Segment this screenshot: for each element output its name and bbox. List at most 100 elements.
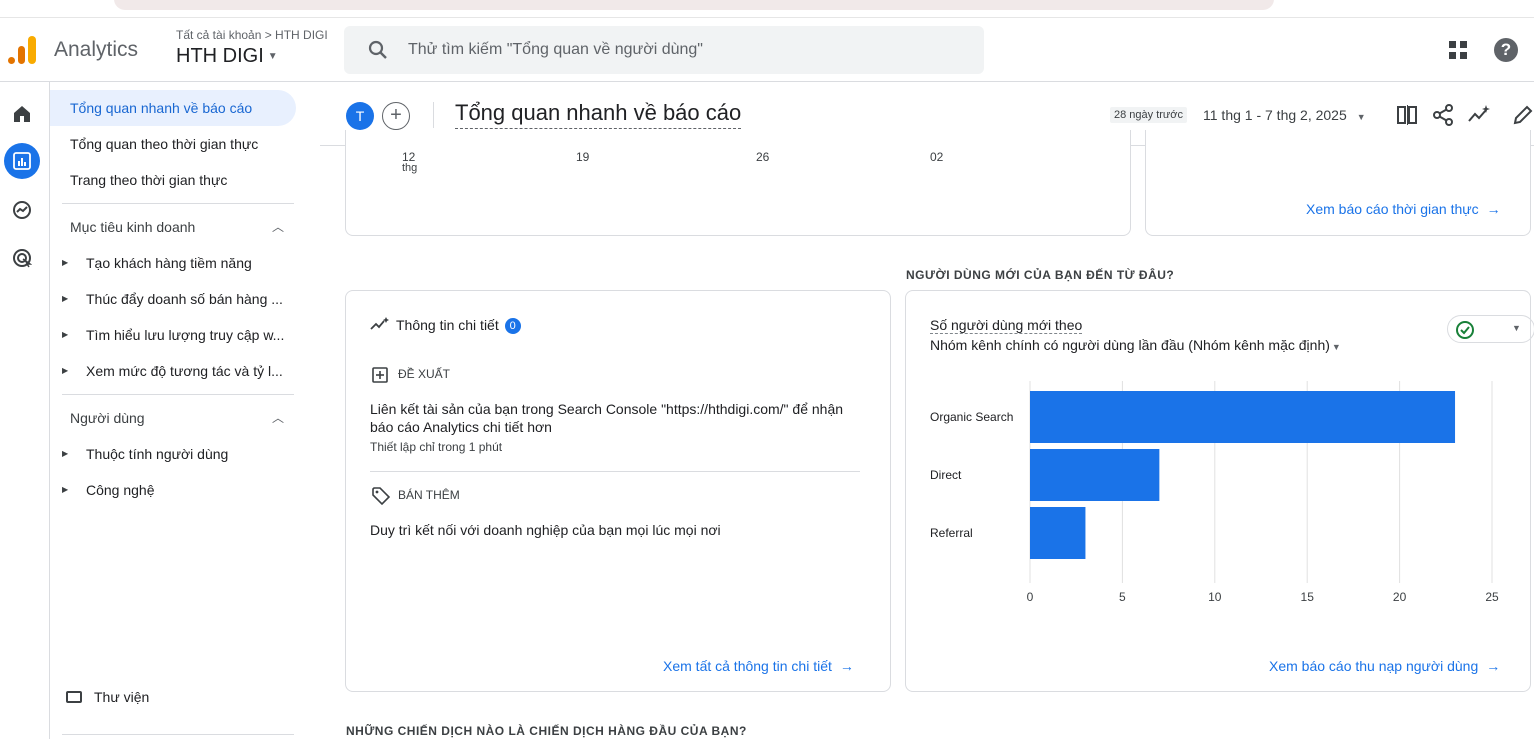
suggestion-note: Thiết lập chỉ trong 1 phút bbox=[370, 440, 503, 454]
breadcrumb[interactable]: Tất cả tài khoản > HTH DIGI bbox=[176, 28, 328, 42]
expand-triangle-icon: ▶ bbox=[62, 330, 69, 339]
expand-triangle-icon: ▶ bbox=[62, 485, 69, 494]
insights-title: Thông tin chi tiết bbox=[396, 317, 499, 333]
data-quality-chip[interactable]: ▼ bbox=[1447, 315, 1534, 343]
caret-down-icon: ▼ bbox=[1356, 112, 1366, 122]
page-title: Tổng quan nhanh về báo cáo bbox=[455, 100, 742, 129]
nav-item-label: Công nghệ bbox=[86, 482, 155, 498]
link-label: Xem báo cáo thời gian thực bbox=[1306, 201, 1479, 217]
search-input[interactable]: Thử tìm kiếm "Tổng quan về người dùng" bbox=[344, 26, 984, 74]
link-label: Xem báo cáo thu nạp người dùng bbox=[1269, 658, 1479, 674]
nav-reports-snapshot[interactable]: Tổng quan nhanh về báo cáo bbox=[50, 90, 296, 126]
view-realtime-link[interactable]: Xem báo cáo thời gian thực → bbox=[1306, 201, 1501, 217]
browser-strip bbox=[0, 0, 1534, 18]
chart-title[interactable]: Số người dùng mới theo bbox=[930, 317, 1083, 334]
advertising-icon[interactable] bbox=[4, 240, 40, 276]
search-icon bbox=[368, 40, 387, 59]
insights-sparkle-icon bbox=[370, 317, 389, 330]
category-label: Direct bbox=[930, 468, 962, 482]
edit-icon[interactable] bbox=[1512, 104, 1534, 126]
nav-item-sales[interactable]: ▶ Thúc đẩy doanh số bán hàng ... bbox=[50, 281, 300, 317]
realtime-card: Xem báo cáo thời gian thực → bbox=[1145, 130, 1531, 236]
explore-icon[interactable] bbox=[4, 192, 40, 228]
x-tick-label: 15 bbox=[1301, 590, 1315, 604]
nav-item-label: Thúc đẩy doanh số bán hàng ... bbox=[86, 291, 283, 307]
chevron-up-icon: ︿ bbox=[271, 411, 284, 425]
compare-icon[interactable] bbox=[1396, 104, 1418, 126]
nav-realtime-overview[interactable]: Tổng quan theo thời gian thực bbox=[50, 126, 296, 162]
analytics-logo-icon[interactable] bbox=[8, 34, 38, 64]
nav-section-label: Người dùng bbox=[70, 410, 145, 426]
nav-item-label: Xem mức độ tương tác và tỷ l... bbox=[86, 363, 283, 379]
top-bar: Analytics Tất cả tài khoản > HTH DIGI HT… bbox=[0, 18, 1534, 82]
chevron-up-icon: ︿ bbox=[271, 220, 284, 234]
nav-item-traffic[interactable]: ▶ Tìm hiểu lưu lượng truy cập w... bbox=[50, 317, 300, 353]
bar[interactable] bbox=[1030, 391, 1456, 443]
nav-item-label: Tìm hiểu lưu lượng truy cập w... bbox=[86, 327, 285, 343]
x-tick: 02 bbox=[930, 150, 944, 164]
nav-item-label: Thuộc tính người dùng bbox=[86, 446, 229, 462]
expand-triangle-icon: ▶ bbox=[62, 258, 69, 267]
expand-triangle-icon: ▶ bbox=[62, 449, 69, 458]
link-label: Xem tất cả thông tin chi tiết bbox=[663, 658, 832, 674]
upsell-text[interactable]: Duy trì kết nối với doanh nghiệp của bạn… bbox=[370, 521, 860, 539]
add-comparison-button[interactable]: + bbox=[382, 102, 410, 130]
nav-item-label: Tạo khách hàng tiềm năng bbox=[86, 255, 252, 271]
share-icon[interactable] bbox=[1432, 104, 1454, 126]
arrow-right-icon: → bbox=[1486, 201, 1501, 217]
new-users-card: Số người dùng mới theo Nhóm kênh chính c… bbox=[905, 290, 1534, 692]
nav-divider bbox=[62, 203, 294, 204]
campaigns-section-title: NHỮNG CHIẾN DỊCH NÀO LÀ CHIẾN DỊCH HÀNG … bbox=[346, 724, 747, 738]
property-selector[interactable]: HTH DIGI ▼ bbox=[176, 45, 278, 68]
bar[interactable] bbox=[1030, 507, 1086, 559]
app-name: Analytics bbox=[54, 38, 139, 61]
apps-grid-icon[interactable] bbox=[1448, 40, 1468, 60]
reports-icon[interactable] bbox=[4, 143, 40, 179]
suggestion-text[interactable]: Liên kết tài sản của bạn trong Search Co… bbox=[370, 400, 860, 436]
library-label: Thư viện bbox=[94, 689, 150, 705]
expand-triangle-icon: ▶ bbox=[62, 366, 69, 375]
add-box-icon bbox=[372, 367, 388, 383]
check-circle-icon bbox=[1456, 321, 1474, 339]
x-tick-label: 0 bbox=[1027, 590, 1034, 604]
date-range-picker[interactable]: 11 thg 1 - 7 thg 2, 2025 ▼ bbox=[1203, 107, 1366, 123]
x-tick-label: 10 bbox=[1208, 590, 1222, 604]
suggestion-label: ĐỀ XUẤT bbox=[398, 367, 451, 381]
address-bar[interactable] bbox=[114, 0, 1274, 10]
search-placeholder: Thử tìm kiếm "Tổng quan về người dùng" bbox=[408, 41, 703, 58]
view-all-insights-link[interactable]: Xem tất cả thông tin chi tiết → bbox=[663, 658, 854, 674]
library-link[interactable]: Thư viện bbox=[66, 689, 149, 705]
x-tick-label: 25 bbox=[1485, 590, 1499, 604]
property-name: HTH DIGI bbox=[176, 45, 264, 67]
nav-realtime-pages[interactable]: Trang theo thời gian thực bbox=[50, 162, 296, 198]
view-acquisition-link[interactable]: Xem báo cáo thu nạp người dùng → bbox=[1269, 658, 1500, 674]
expand-triangle-icon: ▶ bbox=[62, 294, 69, 303]
home-icon[interactable] bbox=[4, 96, 40, 132]
nav-item-tech[interactable]: ▶ Công nghệ bbox=[50, 472, 300, 508]
help-icon[interactable]: ? bbox=[1494, 38, 1518, 62]
new-users-section-title: NGƯỜI DÙNG MỚI CỦA BẠN ĐẾN TỪ ĐÂU? bbox=[906, 268, 1175, 282]
nav-divider bbox=[62, 734, 294, 735]
nav-item-leads[interactable]: ▶ Tạo khách hàng tiềm năng bbox=[50, 245, 300, 281]
x-tick-label: 5 bbox=[1119, 590, 1126, 604]
x-tick: 26 bbox=[756, 150, 770, 164]
nav-divider bbox=[62, 394, 294, 395]
date-preset-chip[interactable]: 28 ngày trước bbox=[1110, 107, 1187, 123]
x-tick-month: thg bbox=[402, 162, 418, 174]
insights-icon[interactable] bbox=[1468, 104, 1490, 126]
nav-section-business[interactable]: Mục tiêu kinh doanh ︿ bbox=[70, 209, 284, 245]
left-rail bbox=[0, 82, 50, 739]
avatar[interactable]: T bbox=[346, 102, 374, 130]
x-tick-label: 20 bbox=[1393, 590, 1407, 604]
caret-down-icon: ▼ bbox=[1512, 323, 1521, 333]
nav-section-label: Mục tiêu kinh doanh bbox=[70, 219, 196, 235]
category-label: Organic Search bbox=[930, 410, 1013, 424]
upsell-label: BÁN THÊM bbox=[398, 488, 460, 502]
users-trend-card: 12 thg 19 26 02 bbox=[345, 130, 1131, 236]
date-range-label: 11 thg 1 - 7 thg 2, 2025 bbox=[1203, 107, 1347, 123]
bar[interactable] bbox=[1030, 449, 1160, 501]
insights-count-badge: 0 bbox=[504, 318, 521, 334]
nav-section-users[interactable]: Người dùng ︿ bbox=[70, 400, 284, 436]
nav-item-user-attributes[interactable]: ▶ Thuộc tính người dùng bbox=[50, 436, 300, 472]
nav-item-engagement[interactable]: ▶ Xem mức độ tương tác và tỷ l... bbox=[50, 353, 300, 389]
